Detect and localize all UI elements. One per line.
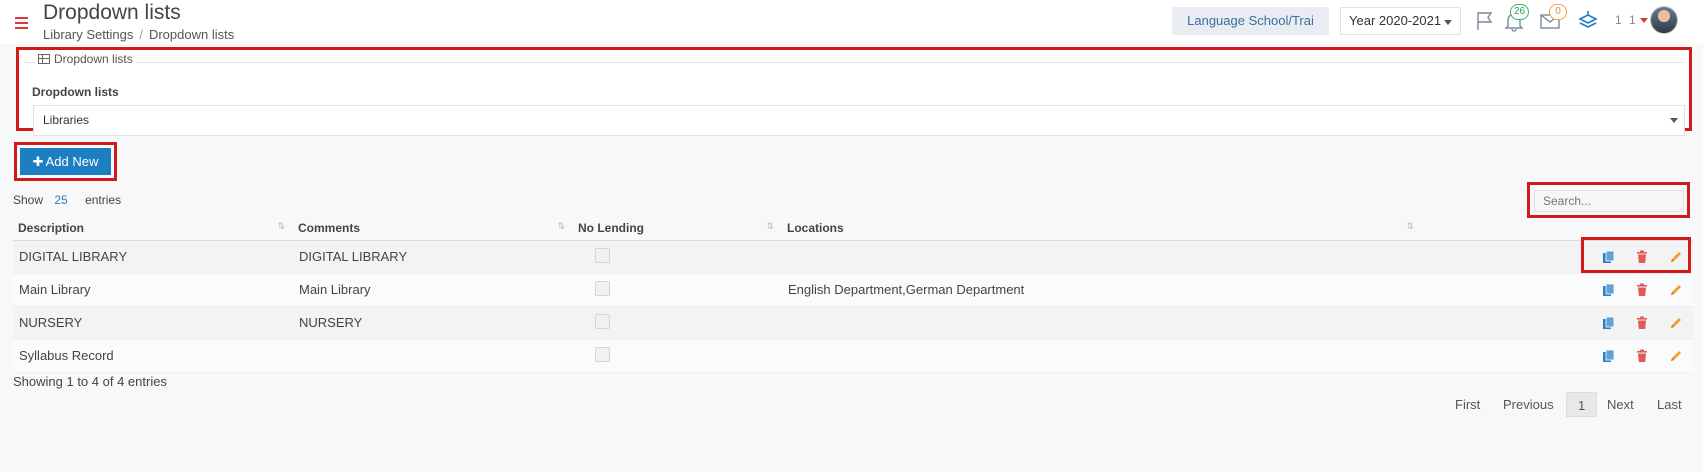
show-entries: Show 25 entries (13, 193, 121, 207)
table-row: DIGITAL LIBRARY DIGITAL LIBRARY (13, 240, 1693, 274)
dropdown-list-select-value: Libraries (43, 113, 90, 127)
cell-locations (782, 240, 1422, 274)
pager-first[interactable]: First (1455, 392, 1480, 417)
cell-comments: Main Library (293, 273, 573, 307)
sort-icon: ⇅ (766, 221, 774, 231)
cell-actions (1422, 306, 1693, 340)
table-row: Syllabus Record (13, 339, 1693, 373)
message-badge: 0 (1549, 4, 1567, 20)
table-row: Main Library Main Library English Depart… (13, 273, 1693, 307)
chevron-down-icon (1670, 118, 1678, 123)
cell-description: Main Library (13, 273, 293, 307)
copy-icon[interactable] (1602, 316, 1616, 330)
copy-icon[interactable] (1602, 349, 1616, 363)
cell-locations: English Department,German Department (782, 273, 1422, 307)
search-highlight (1527, 182, 1690, 218)
pager-page-1[interactable]: 1 (1566, 392, 1598, 417)
column-header-description[interactable]: Description ⇅ (13, 216, 293, 241)
dropdown-list-select[interactable]: Libraries (33, 105, 1685, 136)
avatar[interactable] (1650, 6, 1678, 34)
cell-description: DIGITAL LIBRARY (13, 240, 293, 274)
cell-comments (293, 339, 573, 373)
sort-icon: ⇅ (1406, 221, 1414, 231)
dropdown-lists-label: Dropdown lists (32, 85, 119, 99)
pencil-icon[interactable] (1669, 316, 1683, 330)
no-lending-checkbox[interactable] (595, 313, 610, 329)
cell-no-lending (573, 339, 782, 373)
cell-description: Syllabus Record (13, 339, 293, 373)
add-new-highlight: ✚ Add New (14, 142, 117, 181)
cell-description: NURSERY (13, 306, 293, 340)
pager-previous[interactable]: Previous (1503, 392, 1554, 417)
no-lending-checkbox[interactable] (595, 346, 610, 362)
panel-fieldset: Dropdown lists Libraries (24, 62, 1685, 136)
pencil-icon[interactable] (1669, 349, 1683, 363)
trash-icon[interactable] (1635, 283, 1649, 297)
show-label: Show (13, 193, 44, 207)
breadcrumb-dropdown-lists: Dropdown lists (148, 27, 235, 42)
copy-icon[interactable] (1602, 283, 1616, 297)
cell-no-lending (573, 306, 782, 340)
flag-icon[interactable] (1474, 10, 1496, 32)
user-name[interactable]: 1 1 (1615, 13, 1638, 27)
chevron-down-icon (1444, 20, 1452, 25)
entries-length-select[interactable]: 25 (54, 193, 67, 207)
row-actions-highlight (1581, 237, 1691, 273)
table-row: NURSERY NURSERY (13, 306, 1693, 340)
column-header-no-lending[interactable]: No Lending ⇅ (573, 216, 782, 241)
plus-icon: ✚ (32, 154, 44, 169)
no-lending-checkbox[interactable] (595, 247, 610, 263)
dropdown-table: Description ⇅ Comments ⇅ No Lending ⇅ Locat… (13, 216, 1693, 373)
sort-icon: ⇅ (277, 221, 285, 231)
page-title: Dropdown lists (43, 1, 181, 24)
entries-label: entries (85, 193, 122, 207)
dropdown-list-panel: Dropdown lists Libraries Dropdown lists (16, 47, 1692, 136)
trash-icon[interactable] (1635, 349, 1649, 363)
pager-last[interactable]: Last (1657, 392, 1682, 417)
cell-no-lending (573, 273, 782, 307)
layers-icon[interactable] (1577, 10, 1599, 32)
breadcrumb: Library Settings / Dropdown lists (43, 27, 235, 42)
trash-icon[interactable] (1635, 316, 1649, 330)
add-new-label: Add New (45, 154, 99, 169)
year-select-value: Year 2020-2021 (1349, 13, 1442, 28)
table-icon (38, 54, 50, 64)
pencil-icon[interactable] (1669, 283, 1683, 297)
cell-comments: DIGITAL LIBRARY (293, 240, 573, 274)
cell-actions (1422, 273, 1693, 307)
cell-locations (782, 306, 1422, 340)
panel-legend-text: Dropdown lists (54, 52, 133, 66)
cell-locations (782, 339, 1422, 373)
cell-no-lending (573, 240, 782, 274)
top-bar: Dropdown lists Library Settings / Dropdown… (0, 0, 1703, 44)
notification-badge: 26 (1510, 4, 1530, 20)
table-info: Showing 1 to 4 of 4 entries (13, 374, 167, 389)
cell-comments: NURSERY (293, 306, 573, 340)
breadcrumb-library-settings[interactable]: Library Settings (43, 27, 133, 42)
panel-legend: Dropdown lists (35, 52, 136, 66)
search-input[interactable] (1534, 190, 1684, 212)
sort-icon: ⇅ (557, 221, 565, 231)
column-header-comments[interactable]: Comments ⇅ (293, 216, 573, 241)
no-lending-checkbox[interactable] (595, 280, 610, 296)
chevron-down-icon[interactable] (1640, 18, 1648, 23)
year-select[interactable]: Year 2020-2021 (1340, 7, 1461, 35)
menu-icon[interactable] (15, 17, 28, 29)
pager-next[interactable]: Next (1607, 392, 1634, 417)
school-button[interactable]: Language School/Trai (1172, 7, 1329, 35)
cell-actions (1422, 339, 1693, 373)
column-header-locations[interactable]: Locations ⇅ (782, 216, 1422, 241)
add-new-button[interactable]: ✚ Add New (20, 148, 111, 175)
